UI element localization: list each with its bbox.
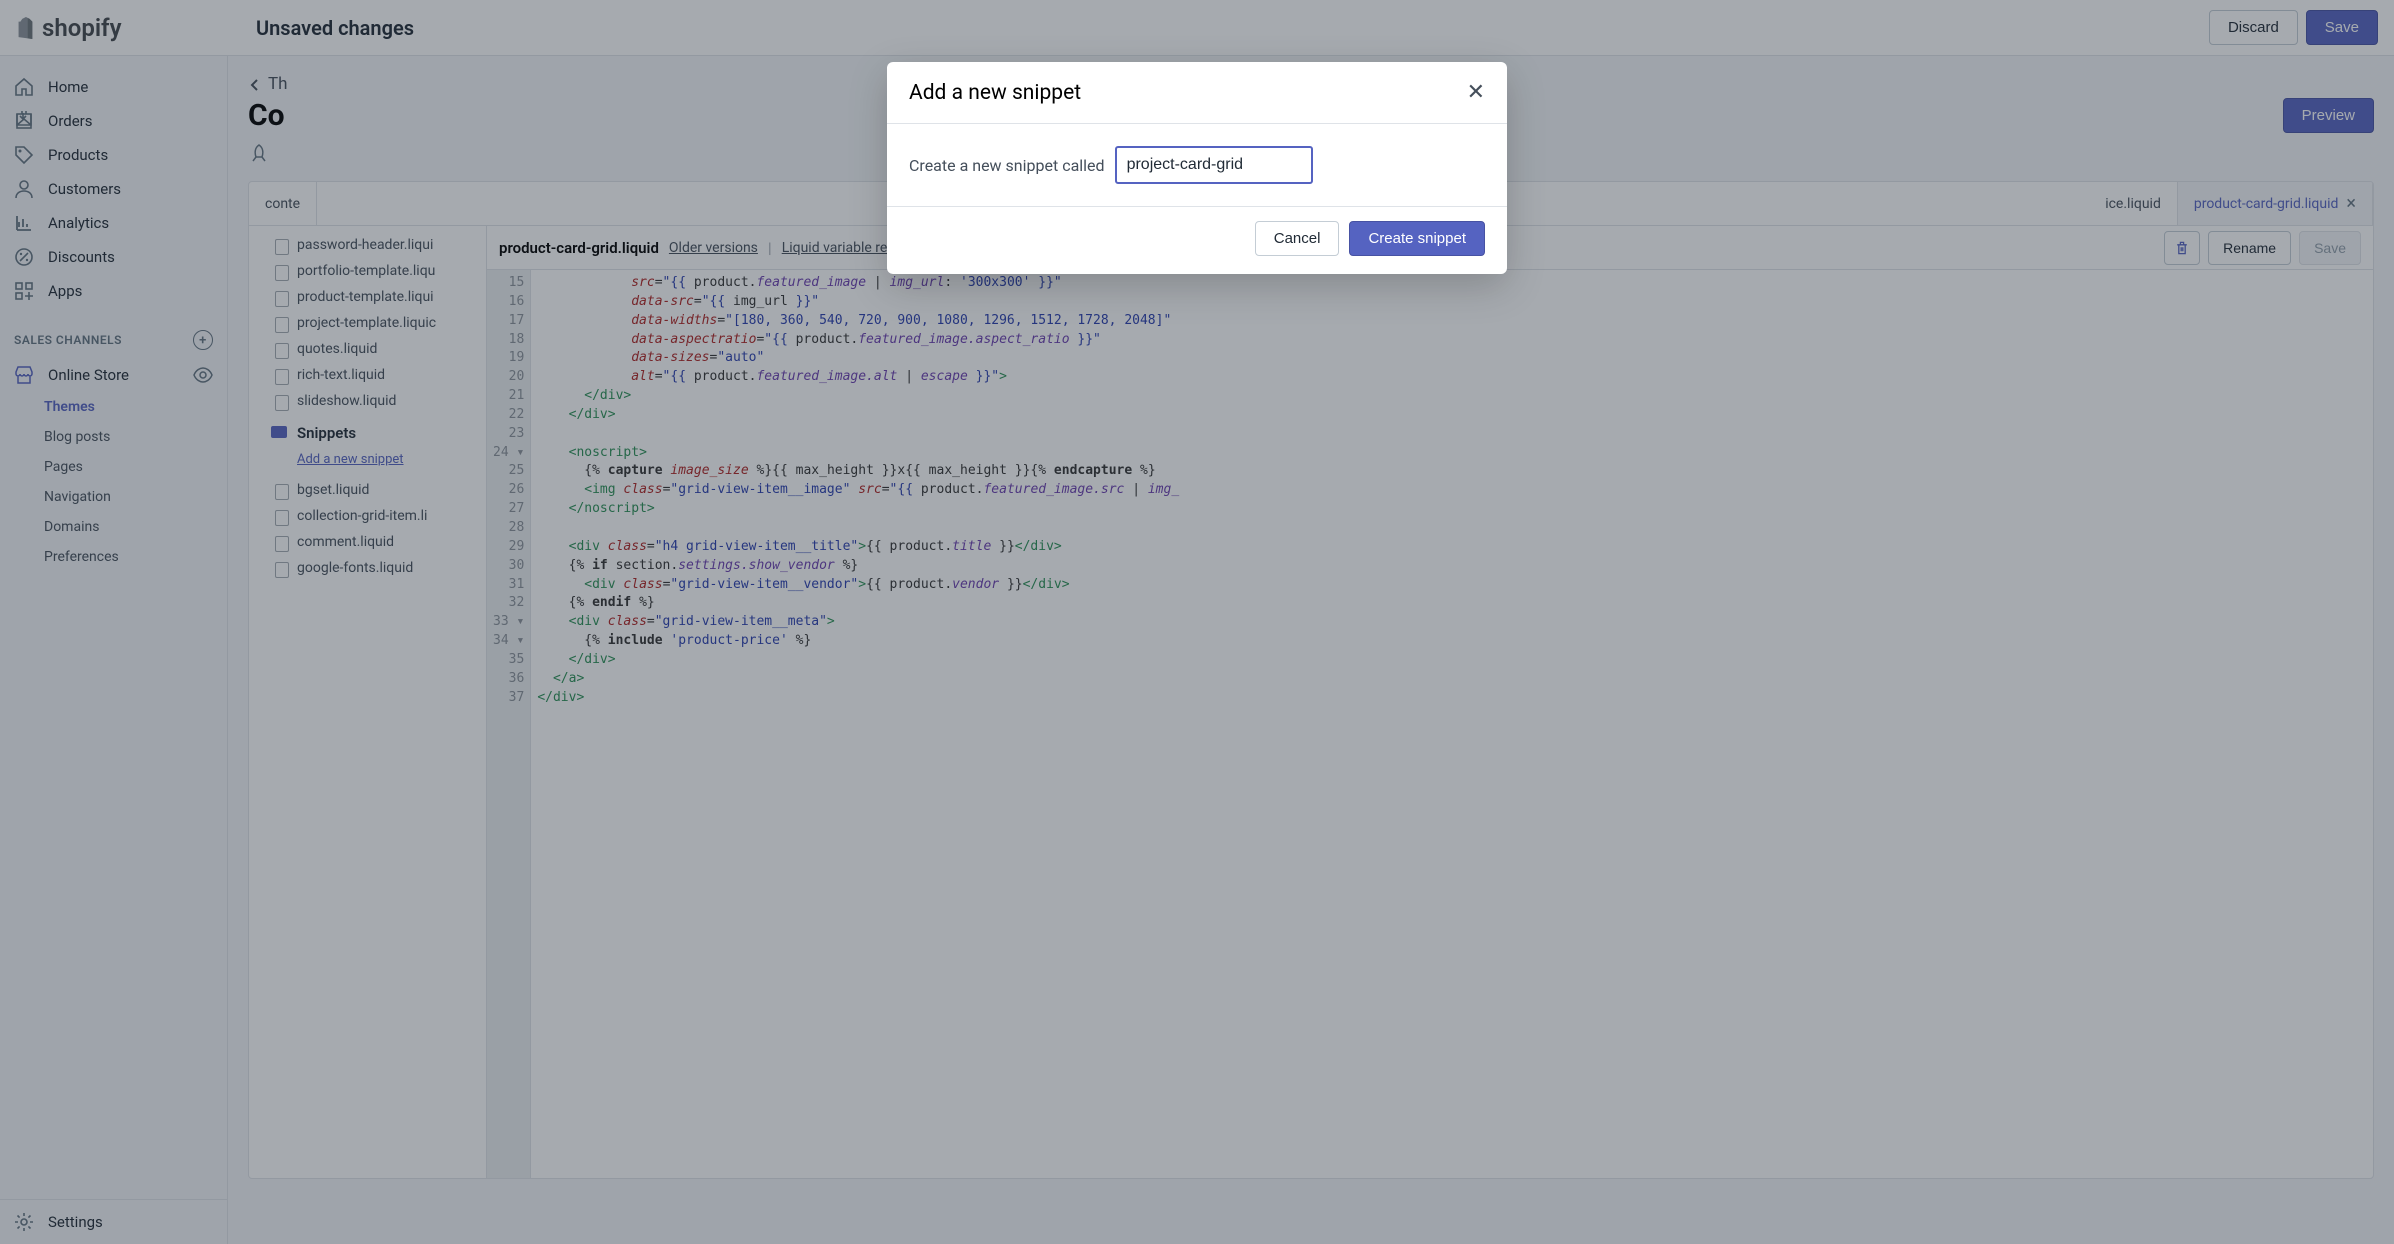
cancel-button[interactable]: Cancel bbox=[1255, 221, 1340, 256]
modal-overlay[interactable]: Add a new snippet ✕ Create a new snippet… bbox=[0, 0, 2394, 1244]
add-snippet-modal: Add a new snippet ✕ Create a new snippet… bbox=[887, 62, 1507, 274]
snippet-name-input[interactable] bbox=[1115, 146, 1313, 184]
create-snippet-button[interactable]: Create snippet bbox=[1349, 221, 1485, 256]
modal-field-label: Create a new snippet called bbox=[909, 156, 1105, 175]
modal-title: Add a new snippet bbox=[909, 81, 1081, 105]
close-icon[interactable]: ✕ bbox=[1467, 80, 1485, 105]
